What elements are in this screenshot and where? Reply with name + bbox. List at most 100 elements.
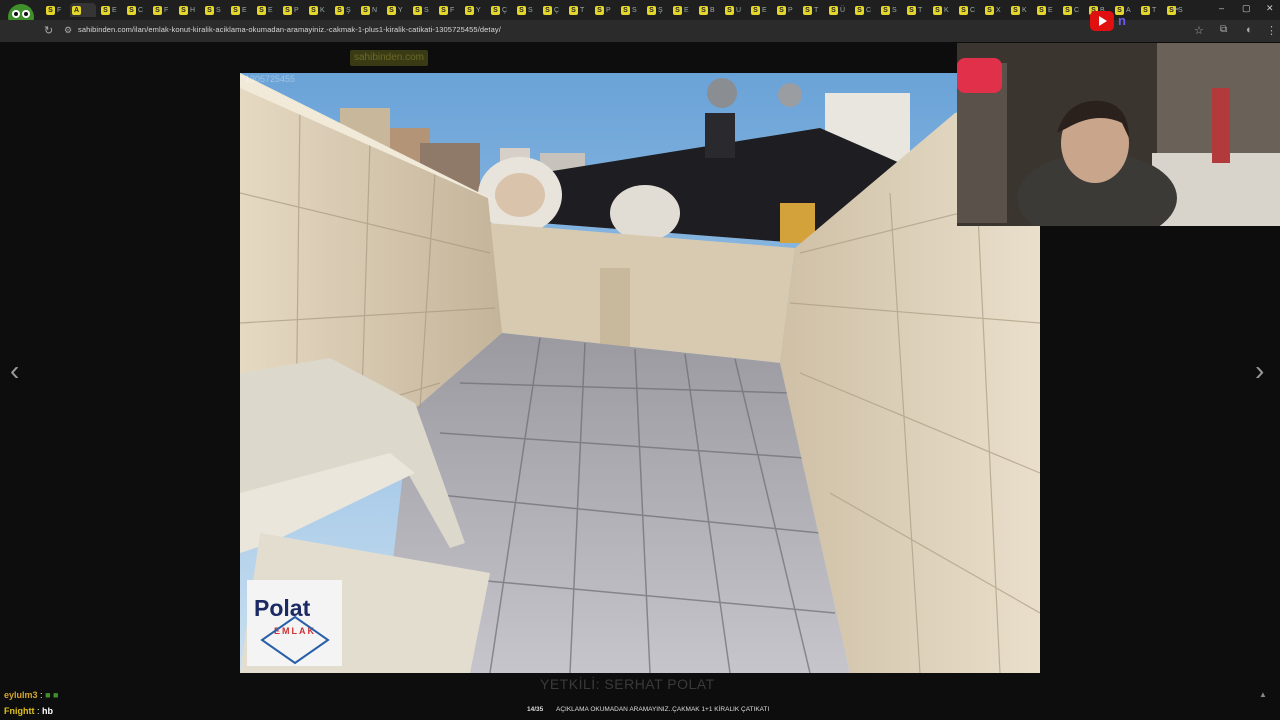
browser-tab[interactable]: SE xyxy=(99,3,122,17)
next-photo-button[interactable]: › xyxy=(1255,355,1264,387)
previous-photo-button[interactable]: ‹ xyxy=(10,355,19,387)
browser-tab[interactable]: SK xyxy=(307,3,330,17)
tab-label: K xyxy=(320,6,325,14)
tab-label: K xyxy=(944,6,949,14)
profile-icon[interactable]: ◐ xyxy=(1246,24,1253,36)
browser-tab[interactable]: SC xyxy=(1061,3,1084,17)
tab-label: E xyxy=(268,6,273,14)
tab-favicon-icon: S xyxy=(621,5,630,15)
tab-favicon-icon: S xyxy=(881,5,890,15)
browser-tab[interactable]: SP xyxy=(593,3,616,17)
browser-tab[interactable]: SŞ xyxy=(333,3,356,17)
tab-favicon-icon: S xyxy=(647,5,656,15)
tab-favicon-icon: S xyxy=(335,5,344,15)
menu-icon[interactable]: ⋮ xyxy=(1266,24,1277,37)
tab-label: Ü xyxy=(840,6,846,14)
browser-tab[interactable]: SN xyxy=(359,3,382,17)
browser-tab[interactable]: ST xyxy=(1139,3,1162,17)
browser-tab[interactable]: SE xyxy=(255,3,278,17)
tab-favicon-icon: S xyxy=(101,5,110,15)
chat-separator: : xyxy=(37,706,40,716)
tab-label: E xyxy=(112,6,117,14)
browser-tab[interactable]: SF xyxy=(437,3,460,17)
tab-label: F xyxy=(450,6,455,14)
reload-icon[interactable]: ↻ xyxy=(44,24,53,37)
browser-tab[interactable]: SF xyxy=(151,3,174,17)
tab-favicon-icon: S xyxy=(855,5,864,15)
browser-tab[interactable]: SS xyxy=(619,3,642,17)
browser-tab[interactable]: SK xyxy=(1009,3,1032,17)
minimize-button[interactable]: – xyxy=(1219,3,1224,13)
tab-favicon-icon: S xyxy=(491,5,500,15)
browser-tab[interactable]: SÇ xyxy=(541,3,564,17)
tab-favicon-icon: S xyxy=(127,5,136,15)
tab-label: N xyxy=(372,6,378,14)
tab-favicon-icon: S xyxy=(959,5,968,15)
browser-tab[interactable]: ST xyxy=(567,3,590,17)
tab-favicon-icon: S xyxy=(1011,5,1020,15)
tab-favicon-icon: S xyxy=(1141,5,1150,15)
browser-tab[interactable]: ST xyxy=(801,3,824,17)
browser-tab[interactable]: SE xyxy=(229,3,252,17)
url-field[interactable]: sahibinden.com/ilan/emlak-konut-kiralik-… xyxy=(78,25,501,34)
chat-username: eylulm3 xyxy=(4,690,38,700)
browser-tab[interactable]: SB xyxy=(697,3,720,17)
browser-tab[interactable]: SC xyxy=(125,3,148,17)
scroll-top-button[interactable]: ▲ xyxy=(1259,690,1267,699)
browser-tab-bar: 12 SFASESCSFSHSSSESESPSKSŞSNSYSSSFSYSÇSS… xyxy=(0,0,1280,47)
browser-tab[interactable]: SÜ xyxy=(827,3,850,17)
bookmark-star-icon[interactable]: ☆ xyxy=(1194,24,1204,37)
browser-tab[interactable]: SY xyxy=(385,3,408,17)
tab-label: T xyxy=(814,6,819,14)
browser-tab[interactable]: SS xyxy=(411,3,434,17)
browser-tab[interactable]: SS xyxy=(515,3,538,17)
browser-tab[interactable]: SS xyxy=(879,3,902,17)
tab-favicon-icon: S xyxy=(985,5,994,15)
maximize-button[interactable]: ▢ xyxy=(1242,3,1251,14)
tab-favicon-icon: S xyxy=(803,5,812,15)
new-tab-button[interactable]: + xyxy=(1172,2,1179,16)
browser-tab[interactable]: SY xyxy=(463,3,486,17)
browser-tab[interactable]: SF xyxy=(44,3,67,17)
tab-favicon-icon: S xyxy=(387,5,396,15)
browser-tab[interactable]: SP xyxy=(775,3,798,17)
browser-tab[interactable]: SE xyxy=(749,3,772,17)
tab-favicon-icon: S xyxy=(283,5,292,15)
tab-label: K xyxy=(1022,6,1027,14)
browser-tab[interactable]: ST xyxy=(905,3,928,17)
extensions-icon[interactable]: ⧉ xyxy=(1220,24,1227,35)
browser-tab[interactable]: SX xyxy=(983,3,1006,17)
browser-tab[interactable]: SŞ xyxy=(645,3,668,17)
listing-title: AÇIKLAMA OKUMADAN ARAMAYINIZ..ÇAKMAK 1+1… xyxy=(556,706,770,713)
browser-tab[interactable]: SC xyxy=(957,3,980,17)
browser-tab[interactable]: SK xyxy=(931,3,954,17)
tab-label: S xyxy=(528,6,533,14)
tab-favicon-icon: S xyxy=(751,5,760,15)
browser-tab[interactable]: SC xyxy=(853,3,876,17)
tab-favicon-icon: S xyxy=(517,5,526,15)
tab-favicon-icon: S xyxy=(829,5,838,15)
tab-favicon-icon: S xyxy=(907,5,916,15)
n-logo: n xyxy=(1118,13,1126,28)
browser-tab[interactable]: SE xyxy=(671,3,694,17)
tab-label: Ş xyxy=(346,6,351,14)
browser-tab[interactable]: A xyxy=(70,3,96,17)
tab-favicon-icon: S xyxy=(179,5,188,15)
watermark-diamond-icon xyxy=(260,615,330,665)
tab-strip: SFASESCSFSHSSSESESPSKSŞSNSYSSSFSYSÇSSSÇS… xyxy=(44,3,1188,17)
tab-favicon-icon: S xyxy=(257,5,266,15)
browser-tab[interactable]: SU xyxy=(723,3,746,17)
browser-tab[interactable]: SS xyxy=(203,3,226,17)
browser-tab[interactable]: SH xyxy=(177,3,200,17)
browser-tab[interactable]: SE xyxy=(1035,3,1058,17)
tab-label: F xyxy=(57,6,62,14)
close-window-button[interactable]: ✕ xyxy=(1266,3,1274,14)
youtube-logo xyxy=(1090,11,1114,31)
tab-label: U xyxy=(736,6,742,14)
site-info-icon[interactable]: ⚙ xyxy=(64,25,72,36)
tab-label: F xyxy=(164,6,169,14)
browser-tab[interactable]: SÇ xyxy=(489,3,512,17)
tab-label: T xyxy=(918,6,923,14)
browser-tab[interactable]: SP xyxy=(281,3,304,17)
tab-favicon-icon: S xyxy=(933,5,942,15)
